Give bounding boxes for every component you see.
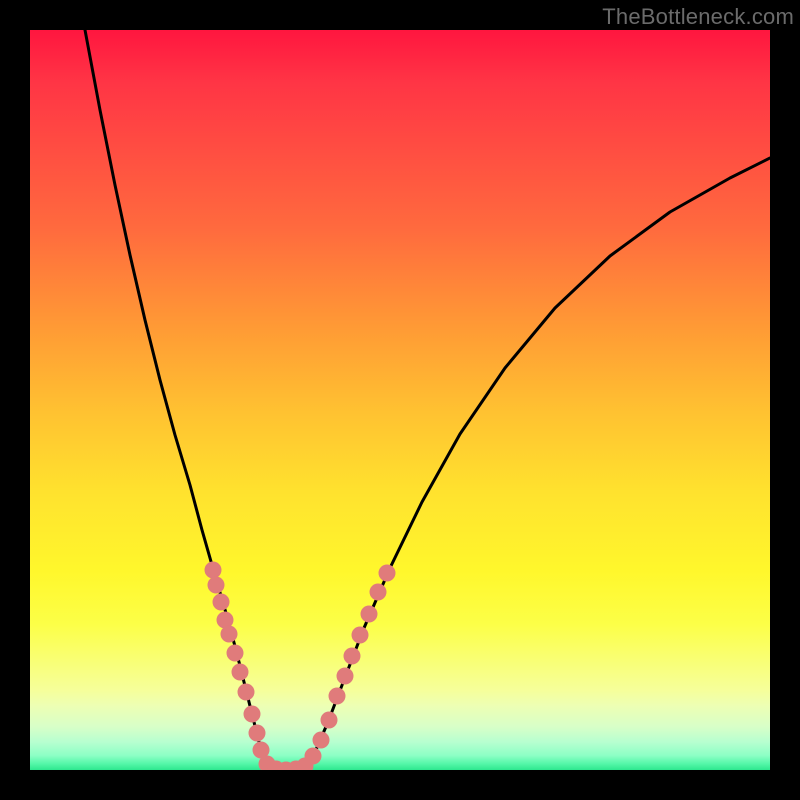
data-dot (313, 732, 330, 749)
curve-layer (30, 30, 770, 770)
data-dot (249, 725, 266, 742)
data-dot (227, 645, 244, 662)
data-dot (305, 748, 322, 765)
watermark-text: TheBottleneck.com (602, 4, 794, 30)
curve-group (85, 30, 770, 770)
data-dot (232, 664, 249, 681)
data-dot (352, 627, 369, 644)
data-dot (208, 577, 225, 594)
plot-area (30, 30, 770, 770)
data-dot (321, 712, 338, 729)
data-dot (329, 688, 346, 705)
bottleneck-curve (85, 30, 770, 770)
data-dot (344, 648, 361, 665)
data-dot (337, 668, 354, 685)
data-dot (213, 594, 230, 611)
data-dot (238, 684, 255, 701)
dots-group (205, 562, 396, 771)
data-dot (244, 706, 261, 723)
chart-frame: TheBottleneck.com (0, 0, 800, 800)
data-dot (361, 606, 378, 623)
data-dot (205, 562, 222, 579)
data-dot (379, 565, 396, 582)
data-dot (370, 584, 387, 601)
data-dot (221, 626, 238, 643)
